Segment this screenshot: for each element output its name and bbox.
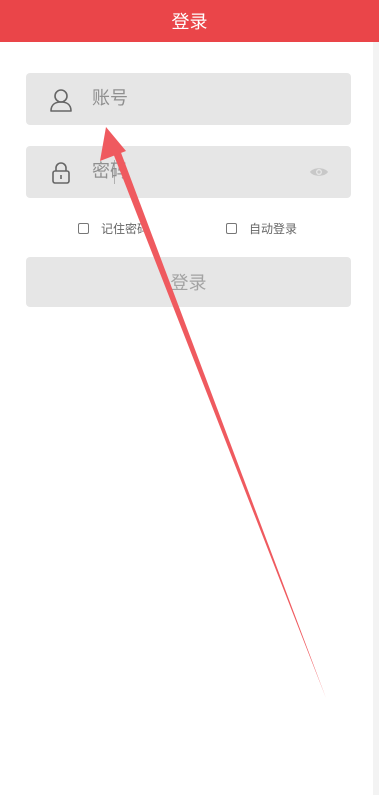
remember-password-checkbox[interactable] xyxy=(78,222,89,234)
scroll-edge xyxy=(373,42,379,795)
remember-password-label: 记住密码 xyxy=(101,221,150,236)
username-placeholder: 账号 xyxy=(92,88,128,109)
login-button-label: 登录 xyxy=(170,273,207,294)
password-field[interactable]: 密码 xyxy=(26,146,351,198)
remember-password-option[interactable]: 记住密码 xyxy=(78,218,149,238)
page-title: 登录 xyxy=(171,12,208,33)
auto-login-checkbox[interactable] xyxy=(226,222,237,234)
eye-icon[interactable] xyxy=(309,164,329,180)
login-page: 登录 账号 密码 记住密码 自动登录 登录 xyxy=(0,0,379,795)
login-button[interactable]: 登录 xyxy=(26,257,351,307)
user-icon xyxy=(50,89,72,112)
auto-login-option[interactable]: 自动登录 xyxy=(226,218,297,238)
auto-login-label: 自动登录 xyxy=(249,221,298,236)
username-field[interactable]: 账号 xyxy=(26,73,351,125)
login-options: 记住密码 自动登录 xyxy=(0,218,379,238)
lock-icon xyxy=(52,162,70,184)
password-placeholder: 密码 xyxy=(92,161,128,182)
page-header: 登录 xyxy=(0,0,379,42)
